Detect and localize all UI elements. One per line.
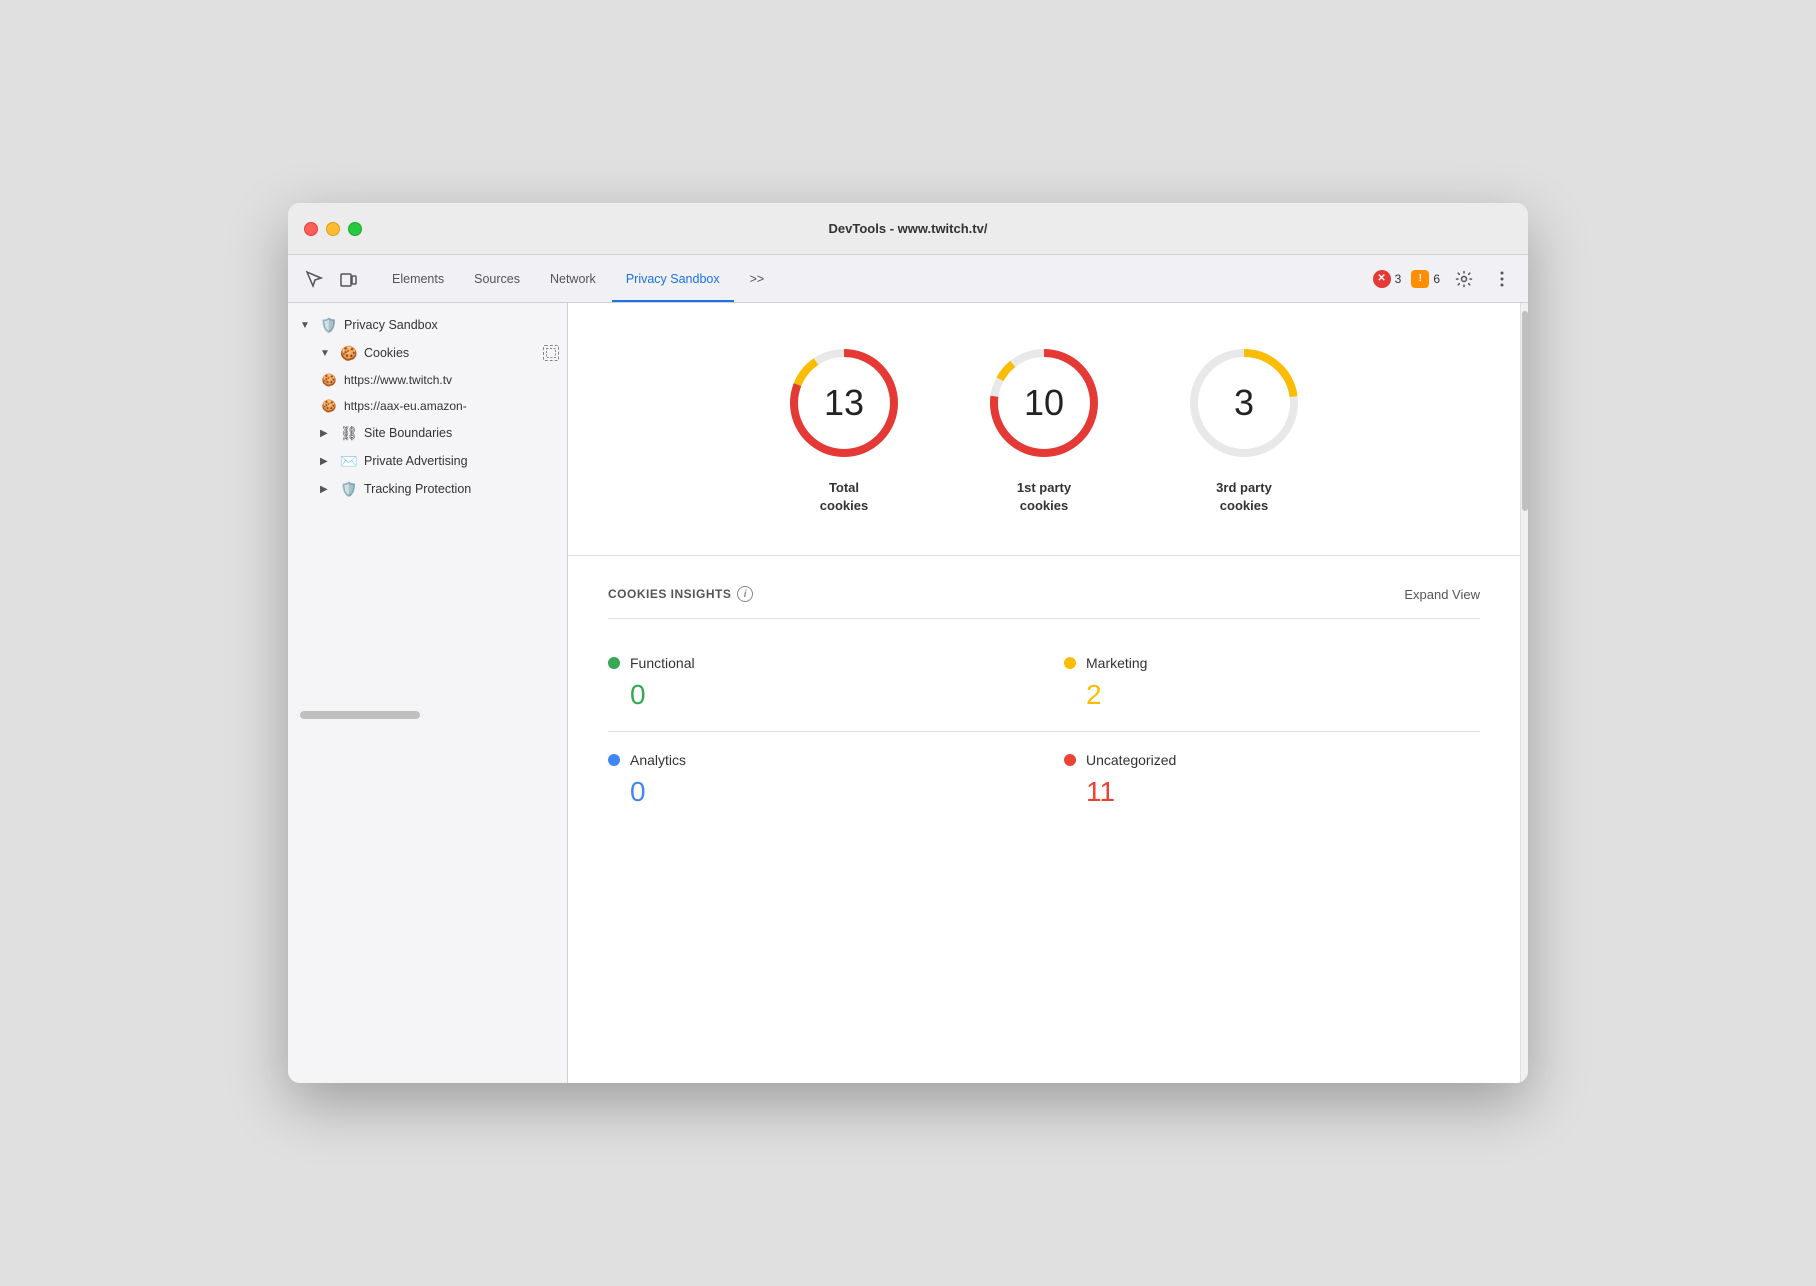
total-cookies-label: Total cookies: [820, 479, 868, 515]
total-cookies-ring: 13: [784, 343, 904, 463]
insights-header: COOKIES INSIGHTS i Expand View: [608, 586, 1480, 602]
expand-arrow: ▼: [300, 320, 314, 331]
expand-view-button[interactable]: Expand View: [1404, 587, 1480, 602]
uncategorized-dot: [1064, 754, 1076, 766]
sidebar-item-amazon[interactable]: 🍪 https://aax-eu.amazon-: [288, 393, 567, 419]
analytics-value: 0: [608, 776, 1004, 808]
analytics-dot: [608, 754, 620, 766]
stats-section: 13 Total cookies 10: [568, 303, 1520, 556]
insight-analytics: Analytics 0: [608, 732, 1044, 828]
cookies-expand-arrow: ▼: [320, 348, 334, 359]
right-panel: 13 Total cookies 10: [568, 303, 1520, 1083]
private-advertising-arrow: ▶: [320, 456, 334, 467]
toolbar: Elements Sources Network Privacy Sandbox…: [288, 255, 1528, 303]
error-badge[interactable]: ✕ 3: [1373, 270, 1402, 288]
sidebar-label-site-boundaries: Site Boundaries: [364, 426, 452, 440]
minimize-button[interactable]: [326, 222, 340, 236]
functional-label: Functional: [608, 655, 1004, 671]
functional-dot: [608, 657, 620, 669]
stat-third-party: 3 3rd party cookies: [1184, 343, 1304, 515]
first-party-ring: 10: [984, 343, 1104, 463]
scrollbar-thumb[interactable]: [300, 711, 420, 719]
cookies-icon: 🍪: [340, 344, 358, 362]
close-button[interactable]: [304, 222, 318, 236]
tab-network[interactable]: Network: [536, 255, 610, 302]
first-party-value: 10: [1024, 382, 1064, 424]
sidebar-item-twitch[interactable]: 🍪 https://www.twitch.tv: [288, 367, 567, 393]
cookies-select-icon[interactable]: [543, 345, 559, 361]
device-toggle-icon[interactable]: [334, 265, 362, 293]
right-scrollbar-thumb[interactable]: [1522, 311, 1528, 511]
uncategorized-value: 11: [1064, 776, 1480, 808]
info-icon[interactable]: i: [737, 586, 753, 602]
tab-privacy-sandbox[interactable]: Privacy Sandbox: [612, 255, 734, 302]
sidebar-label-private-advertising: Private Advertising: [364, 454, 468, 468]
analytics-label: Analytics: [608, 752, 1004, 768]
site-boundaries-icon: ⛓: [340, 424, 358, 442]
insights-section: COOKIES INSIGHTS i Expand View Functiona…: [568, 556, 1520, 858]
tracking-protection-arrow: ▶: [320, 484, 334, 495]
amazon-cookie-icon: 🍪: [320, 397, 338, 415]
warning-icon: !: [1411, 270, 1429, 288]
twitch-cookie-icon: 🍪: [320, 371, 338, 389]
sidebar-bottom: [288, 503, 567, 743]
private-advertising-icon: ✉️: [340, 452, 358, 470]
insights-divider: [608, 618, 1480, 619]
sidebar-item-site-boundaries[interactable]: ▶ ⛓ Site Boundaries: [288, 419, 567, 447]
toolbar-actions: ✕ 3 ! 6: [1373, 265, 1516, 293]
insight-functional: Functional 0: [608, 635, 1044, 732]
third-party-value: 3: [1234, 382, 1254, 424]
site-boundaries-arrow: ▶: [320, 428, 334, 439]
right-scrollbar: [1520, 303, 1528, 1083]
insight-marketing: Marketing 2: [1044, 635, 1480, 732]
titlebar: DevTools - www.twitch.tv/: [288, 203, 1528, 255]
traffic-lights: [304, 222, 362, 236]
insights-title: COOKIES INSIGHTS i: [608, 586, 753, 602]
third-party-label: 3rd party cookies: [1216, 479, 1272, 515]
sidebar-label-tracking-protection: Tracking Protection: [364, 482, 471, 496]
warning-count: 6: [1433, 272, 1440, 286]
marketing-dot: [1064, 657, 1076, 669]
tracking-protection-icon: 🛡️: [340, 480, 358, 498]
total-cookies-value: 13: [824, 382, 864, 424]
stat-first-party: 10 1st party cookies: [984, 343, 1104, 515]
maximize-button[interactable]: [348, 222, 362, 236]
sidebar-item-tracking-protection[interactable]: ▶ 🛡️ Tracking Protection: [288, 475, 567, 503]
tab-more[interactable]: >>: [736, 255, 779, 302]
privacy-sandbox-icon: 🛡️: [320, 316, 338, 334]
insights-grid: Functional 0 Marketing 2: [608, 635, 1480, 828]
sidebar-label-cookies: Cookies: [364, 346, 537, 360]
third-party-ring: 3: [1184, 343, 1304, 463]
toolbar-icons: [300, 265, 362, 293]
devtools-window: DevTools - www.twitch.tv/ Elements Sourc: [288, 203, 1528, 1083]
select-element-icon[interactable]: [300, 265, 328, 293]
insight-uncategorized: Uncategorized 11: [1044, 732, 1480, 828]
marketing-label: Marketing: [1064, 655, 1480, 671]
functional-value: 0: [608, 679, 1004, 711]
tab-sources[interactable]: Sources: [460, 255, 534, 302]
sidebar-item-cookies[interactable]: ▼ 🍪 Cookies: [288, 339, 567, 367]
marketing-value: 2: [1064, 679, 1480, 711]
sidebar-item-private-advertising[interactable]: ▶ ✉️ Private Advertising: [288, 447, 567, 475]
sidebar-label-twitch: https://www.twitch.tv: [344, 373, 452, 387]
sidebar-label-privacy-sandbox: Privacy Sandbox: [344, 318, 438, 332]
main-content: ▼ 🛡️ Privacy Sandbox ▼ 🍪 Cookies 🍪 https…: [288, 303, 1528, 1083]
first-party-label: 1st party cookies: [1017, 479, 1071, 515]
uncategorized-label: Uncategorized: [1064, 752, 1480, 768]
error-icon: ✕: [1373, 270, 1391, 288]
sidebar-label-amazon: https://aax-eu.amazon-: [344, 399, 467, 413]
sidebar: ▼ 🛡️ Privacy Sandbox ▼ 🍪 Cookies 🍪 https…: [288, 303, 568, 1083]
more-options-button[interactable]: [1488, 265, 1516, 293]
stat-total-cookies: 13 Total cookies: [784, 343, 904, 515]
tab-elements[interactable]: Elements: [378, 255, 458, 302]
error-count: 3: [1395, 272, 1402, 286]
window-title: DevTools - www.twitch.tv/: [829, 221, 988, 236]
settings-button[interactable]: [1450, 265, 1478, 293]
warning-badge[interactable]: ! 6: [1411, 270, 1440, 288]
toolbar-tabs: Elements Sources Network Privacy Sandbox…: [378, 255, 778, 302]
sidebar-item-privacy-sandbox[interactable]: ▼ 🛡️ Privacy Sandbox: [288, 311, 567, 339]
